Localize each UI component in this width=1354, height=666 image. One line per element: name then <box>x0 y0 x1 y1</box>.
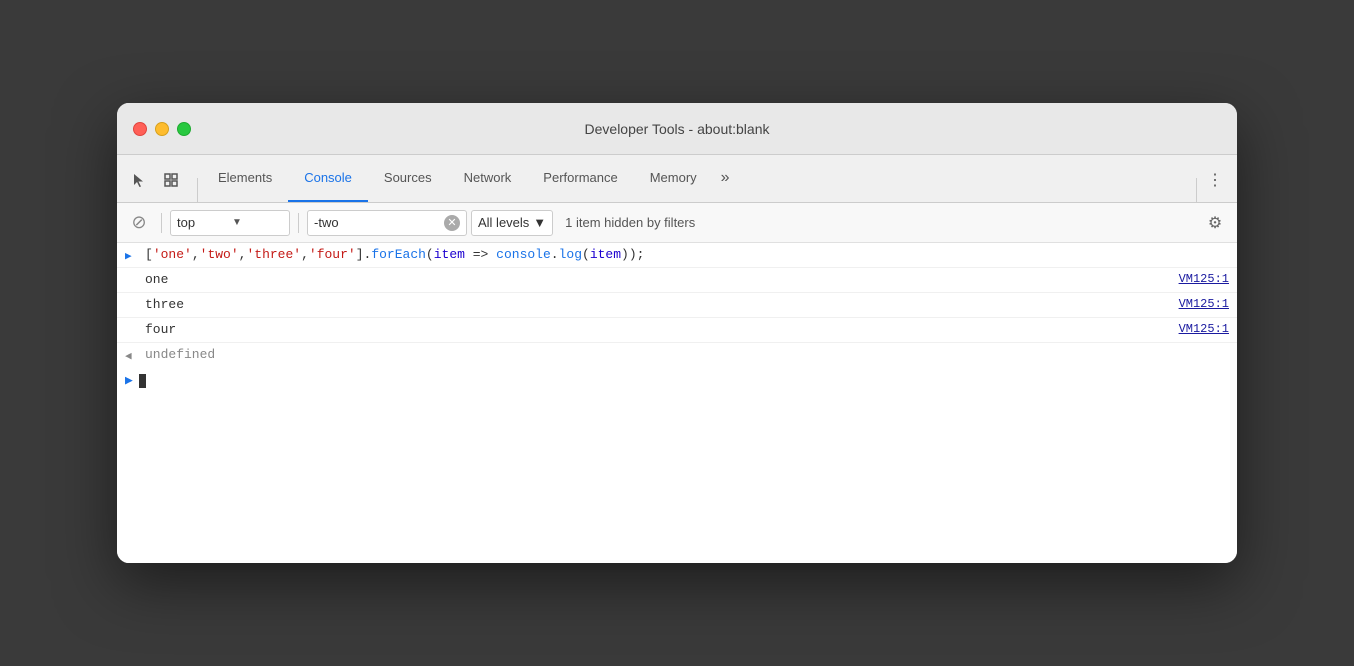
context-dropdown-arrow: ▼ <box>232 217 283 228</box>
tab-memory[interactable]: Memory <box>634 154 713 202</box>
title-bar: Developer Tools - about:blank <box>117 103 1237 155</box>
expand-arrow[interactable]: ▶ <box>125 247 137 263</box>
prompt-arrow: ▶ <box>125 373 133 388</box>
toolbar-icons <box>125 166 185 202</box>
tabs-right-icons: ⋮ <box>1201 166 1229 202</box>
tabs-list: Elements Console Sources Network Perform… <box>202 154 1192 202</box>
tab-divider-right <box>1196 178 1197 202</box>
context-dropdown[interactable]: top ▼ <box>170 210 290 236</box>
more-menu-button[interactable]: ⋮ <box>1201 166 1229 194</box>
devtools-tabs-bar: Elements Console Sources Network Perform… <box>117 155 1237 203</box>
close-button[interactable] <box>133 122 147 136</box>
levels-dropdown-arrow: ▼ <box>533 215 546 230</box>
console-toolbar: ⊘ top ▼ ✕ All levels ▼ 1 item hidden by … <box>117 203 1237 243</box>
clear-console-button[interactable]: ⊘ <box>125 209 153 237</box>
output-value-1: three <box>145 297 1179 312</box>
tab-network[interactable]: Network <box>448 154 528 202</box>
output-row-0: ▶ one VM125:1 <box>117 268 1237 293</box>
code-input-row: ▶ ['one','two','three','four'].forEach(i… <box>117 243 1237 268</box>
tab-elements[interactable]: Elements <box>202 154 288 202</box>
undefined-arrow: ◀ <box>125 347 137 363</box>
minimize-button[interactable] <box>155 122 169 136</box>
levels-dropdown[interactable]: All levels ▼ <box>471 210 553 236</box>
more-tabs-button[interactable]: » <box>713 154 738 202</box>
source-link-2[interactable]: VM125:1 <box>1179 322 1229 336</box>
console-settings-button[interactable]: ⚙ <box>1201 209 1229 237</box>
code-content: ['one','two','three','four'].forEach(ite… <box>145 247 1229 262</box>
console-prompt-row[interactable]: ▶ <box>117 367 1237 394</box>
undefined-row: ◀ undefined <box>117 343 1237 367</box>
window-title: Developer Tools - about:blank <box>585 121 770 137</box>
traffic-lights <box>133 122 191 136</box>
inspector-tool-button[interactable] <box>157 166 185 194</box>
maximize-button[interactable] <box>177 122 191 136</box>
output-row-1: ▶ three VM125:1 <box>117 293 1237 318</box>
toolbar-divider-1 <box>161 213 162 233</box>
cursor-tool-button[interactable] <box>125 166 153 194</box>
prompt-cursor <box>139 374 146 388</box>
output-value-0: one <box>145 272 1179 287</box>
filter-input-wrap: ✕ <box>307 210 467 236</box>
hidden-filters-message: 1 item hidden by filters <box>565 215 695 230</box>
tab-console[interactable]: Console <box>288 154 368 202</box>
tab-performance[interactable]: Performance <box>527 154 633 202</box>
tab-sources[interactable]: Sources <box>368 154 448 202</box>
undefined-value: undefined <box>145 347 1229 362</box>
tab-divider-left <box>197 178 198 202</box>
console-body: ▶ ['one','two','three','four'].forEach(i… <box>117 243 1237 563</box>
filter-input[interactable] <box>314 215 440 230</box>
devtools-window: Developer Tools - about:blank Elemen <box>117 103 1237 563</box>
source-link-1[interactable]: VM125:1 <box>1179 297 1229 311</box>
toolbar-divider-2 <box>298 213 299 233</box>
clear-filter-button[interactable]: ✕ <box>444 215 460 231</box>
source-link-0[interactable]: VM125:1 <box>1179 272 1229 286</box>
output-value-2: four <box>145 322 1179 337</box>
output-row-2: ▶ four VM125:1 <box>117 318 1237 343</box>
